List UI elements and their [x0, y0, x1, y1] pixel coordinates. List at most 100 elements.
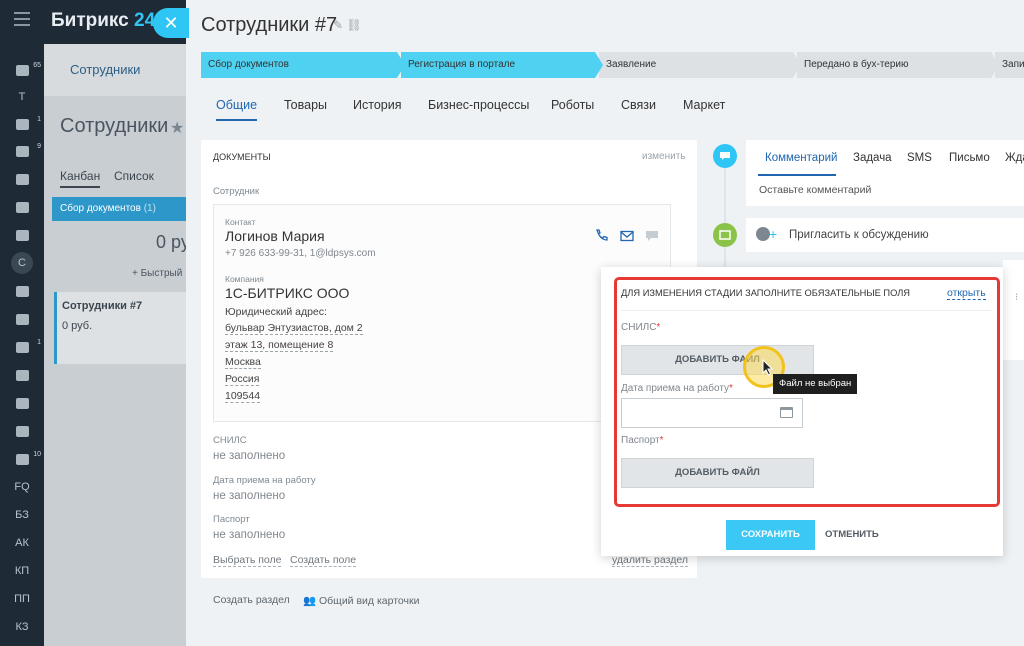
active-tab-underline	[758, 174, 836, 176]
tab-wait[interactable]: Жда	[1005, 152, 1024, 164]
users-icon	[15, 201, 29, 213]
quick-add-button[interactable]: + Быстрый	[132, 268, 182, 279]
invite-text[interactable]: Пригласить к обсуждению	[789, 229, 929, 241]
column-sum: 0 ру	[156, 232, 190, 252]
mail-icon[interactable]	[620, 230, 634, 242]
sidebar-item-label: ПП	[14, 593, 30, 605]
sidebar-item-tasks[interactable]: 9	[0, 140, 44, 162]
address-line[interactable]: Москва	[225, 356, 261, 369]
sidebar-item-2[interactable]: Т	[0, 86, 44, 108]
create-section-link[interactable]: Создать раздел	[213, 594, 290, 606]
plus-icon[interactable]: +	[769, 226, 777, 242]
kanban-card-title[interactable]: Сотрудники #7	[62, 300, 142, 312]
create-field-link[interactable]: Создать поле	[290, 554, 357, 567]
sidebar-item-8[interactable]: С	[0, 252, 44, 274]
sidebar-item-label: КЗ	[15, 621, 29, 633]
tab-email[interactable]: Письмо	[949, 152, 990, 164]
tab-history[interactable]: История	[353, 98, 401, 112]
tab-products[interactable]: Товары	[284, 98, 327, 112]
tab-links[interactable]: Связи	[621, 98, 656, 112]
star-icon[interactable]: ★	[170, 118, 184, 138]
add-file-passport-button[interactable]: ДОБАВИТЬ ФАЙЛ	[621, 458, 814, 488]
sidebar-item-clock[interactable]	[0, 308, 44, 330]
sidebar-item-mail[interactable]: 1	[0, 336, 44, 358]
clock-icon	[15, 313, 29, 325]
logo[interactable]: Битрикс 24	[51, 10, 155, 32]
sidebar-item-contact[interactable]	[0, 420, 44, 442]
cancel-button[interactable]: ОТМЕНИТЬ	[825, 520, 879, 550]
sidebar-item-label: С	[11, 252, 33, 274]
stage-accounting[interactable]: Передано в бух-терию	[797, 52, 999, 78]
sidebar-item-users[interactable]	[0, 196, 44, 218]
tab-market[interactable]: Маркет	[683, 98, 725, 112]
menu-icon[interactable]	[14, 12, 30, 26]
stage-bar: Сбор документов Регистрация в портале За…	[201, 52, 1024, 78]
close-slider-button[interactable]: ✕	[153, 8, 189, 38]
tab-robots[interactable]: Роботы	[551, 98, 594, 112]
sidebar-item-cart[interactable]: 10	[0, 448, 44, 470]
sidebar-item-bot[interactable]	[0, 364, 44, 386]
phone-icon[interactable]	[594, 229, 608, 241]
chat-icon[interactable]	[645, 230, 659, 242]
popup-title: ДЛЯ ИЗМЕНЕНИЯ СТАДИИ ЗАПОЛНИТЕ ОБЯЗАТЕЛЬ…	[621, 288, 911, 298]
contact-name[interactable]: Логинов Мария	[225, 228, 325, 244]
sidebar-item-drive[interactable]	[0, 224, 44, 246]
card-view-link[interactable]: 👥 Общий вид карточки	[303, 594, 419, 607]
divider	[621, 310, 991, 311]
card-view-label: Общий вид карточки	[319, 595, 420, 607]
tab-sms[interactable]: SMS	[907, 152, 932, 164]
add-file-snils-button[interactable]: ДОБАВИТЬ ФАЙЛ	[621, 345, 814, 375]
company-label: Компания	[225, 274, 264, 284]
cart-icon	[15, 453, 29, 465]
company-name[interactable]: 1С-БИТРИКС ООО	[225, 285, 349, 301]
sidebar-item-18[interactable]: АК	[0, 532, 44, 554]
sidebar-item-17[interactable]: БЗ	[0, 504, 44, 526]
sidebar-item-21[interactable]: КЗ	[0, 616, 44, 638]
sidebar-item-label: БЗ	[15, 509, 29, 521]
view-kanban[interactable]: Канбан	[60, 169, 100, 183]
address-line[interactable]: этаж 13, помещение 8	[225, 339, 334, 352]
edit-link-icon[interactable]: ✎ ⛓	[333, 18, 362, 32]
entity-title: Сотрудники #7	[201, 14, 338, 36]
drive-icon	[15, 229, 29, 241]
sidebar-item-label: АК	[15, 537, 29, 549]
active-view-underline	[60, 186, 100, 188]
edit-section-link[interactable]: изменить	[642, 151, 686, 162]
hire-date-value: не заполнено	[213, 490, 286, 502]
tab-employees[interactable]: Сотрудники	[70, 62, 140, 77]
sidebar-item-label: Т	[18, 91, 26, 103]
comment-input[interactable]: Оставьте комментарий	[759, 184, 871, 196]
counter-badge: 9	[37, 143, 41, 150]
sidebar-item-16[interactable]: FQ	[0, 476, 44, 498]
counter-badge: 1	[37, 339, 41, 346]
sidebar-item-news[interactable]: 1	[0, 113, 44, 135]
sidebar-item-filter[interactable]: 65	[0, 59, 44, 81]
section-title: ДОКУМЕНТЫ	[213, 152, 271, 162]
stage-collect-docs[interactable]: Сбор документов	[201, 52, 405, 78]
sidebar-item-20[interactable]: ПП	[0, 588, 44, 610]
open-link[interactable]: открыть	[947, 287, 986, 300]
sidebar-item-chat[interactable]	[0, 168, 44, 190]
sidebar-item-19[interactable]: КП	[0, 560, 44, 582]
tab-task[interactable]: Задача	[853, 152, 892, 164]
select-field-link[interactable]: Выбрать поле	[213, 554, 282, 567]
hire-date-input[interactable]	[621, 398, 803, 428]
stage-next[interactable]: Запи	[995, 52, 1024, 78]
view-list[interactable]: Список	[114, 169, 154, 183]
passport-label: Паспорт	[213, 514, 250, 525]
kanban-card-sum: 0 руб.	[62, 320, 93, 332]
save-button[interactable]: СОХРАНИТЬ	[726, 520, 815, 550]
contact-icon	[15, 425, 29, 437]
address-line[interactable]: 109544	[225, 390, 261, 403]
stage-application[interactable]: Заявление	[599, 52, 801, 78]
sidebar-item-calendar[interactable]	[0, 280, 44, 302]
calendar-icon[interactable]	[780, 407, 793, 418]
stage-portal-registration[interactable]: Регистрация в портале	[401, 52, 603, 78]
address-line[interactable]: бульвар Энтузиастов, дом 2	[225, 322, 363, 335]
address-line[interactable]: Россия	[225, 373, 260, 386]
tab-general[interactable]: Общие	[216, 98, 258, 121]
tab-comment[interactable]: Комментарий	[765, 152, 837, 164]
sidebar-item-window[interactable]	[0, 392, 44, 414]
tab-business-processes[interactable]: Бизнес-процессы	[428, 98, 529, 112]
activity-editor	[746, 140, 1024, 206]
